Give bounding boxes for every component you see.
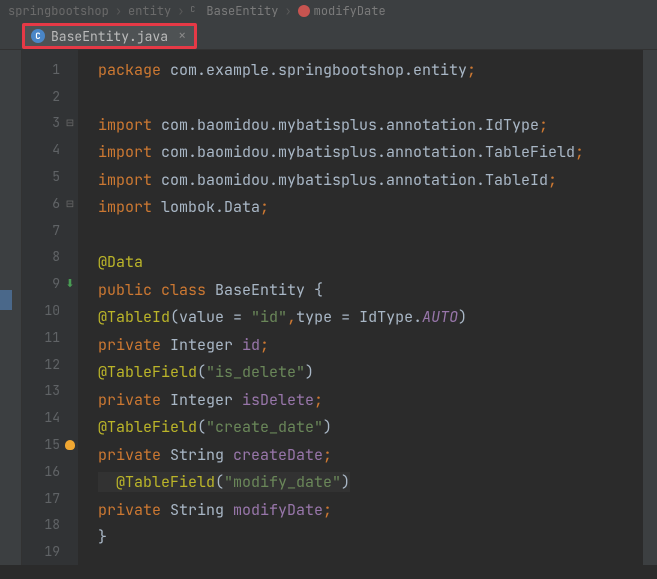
code-line: private String createDate; [98, 441, 643, 469]
editor-tab[interactable]: C BaseEntity.java × [22, 23, 197, 49]
scrollbar[interactable] [643, 50, 657, 565]
fold-icon[interactable]: ⊟ [63, 116, 77, 129]
code-line: @TableField("modify_date") [98, 469, 643, 497]
code-line: @TableField("create_date") [98, 414, 643, 442]
breadcrumb-label: modifyDate [314, 3, 386, 19]
line-number: 18 [44, 516, 60, 533]
code-line: private String modifyDate; [98, 496, 643, 524]
code-line: public class BaseEntity { [98, 276, 643, 304]
line-number: 17 [44, 490, 60, 507]
line-number: 19 [44, 543, 60, 560]
line-number: 4 [52, 141, 60, 158]
tab-label: BaseEntity.java [51, 28, 168, 45]
breadcrumb-item[interactable]: modifyDate [298, 3, 386, 19]
change-marker [0, 290, 12, 310]
bulb-icon[interactable] [63, 440, 77, 450]
line-number: 3 [52, 114, 60, 131]
chevron-right-icon: › [115, 3, 122, 19]
line-number: 2 [52, 88, 60, 105]
breadcrumb-item[interactable]: C BaseEntity [190, 3, 278, 19]
line-number: 10 [44, 302, 60, 319]
tab-bar: C BaseEntity.java × [0, 22, 657, 50]
code-line: import com.baomidou.mybatisplus.annotati… [98, 111, 643, 139]
line-gutter[interactable]: 1 2 3⊟ 4 5 6⊟ 7 8 9⬇ 10 11 12 13 14 15 1… [22, 50, 78, 565]
line-number: 5 [52, 168, 60, 185]
breadcrumb-item[interactable]: entity [128, 3, 171, 19]
line-number: 16 [44, 463, 60, 480]
editor: 1 2 3⊟ 4 5 6⊟ 7 8 9⬇ 10 11 12 13 14 15 1… [0, 50, 657, 565]
code-line: @TableField("is_delete") [98, 359, 643, 387]
code-line: private Integer id; [98, 331, 643, 359]
code-area[interactable]: package com.example.springbootshop.entit… [78, 50, 643, 565]
line-number: 14 [44, 409, 60, 426]
line-number: 1 [52, 61, 60, 78]
chevron-right-icon: › [284, 3, 291, 19]
code-line: @Data [98, 249, 643, 277]
code-line [98, 84, 643, 112]
left-gutter [0, 50, 22, 565]
code-line: import com.baomidou.mybatisplus.annotati… [98, 139, 643, 167]
breadcrumb-item[interactable]: springbootshop [8, 3, 109, 19]
code-line: import lombok.Data; [98, 194, 643, 222]
code-line: } [98, 524, 643, 552]
code-line: import com.baomidou.mybatisplus.annotati… [98, 166, 643, 194]
code-line: package com.example.springbootshop.entit… [98, 56, 643, 84]
close-icon[interactable]: × [178, 27, 186, 45]
breadcrumb: springbootshop › entity › C BaseEntity ›… [0, 0, 657, 22]
line-number: 8 [52, 248, 60, 265]
line-number: 12 [44, 356, 60, 373]
line-number: 13 [44, 382, 60, 399]
line-number: 15 [44, 436, 60, 453]
fold-icon[interactable]: ⊟ [63, 197, 77, 210]
line-number: 7 [52, 222, 60, 239]
code-line: @TableId(value = "id",type = IdType.AUTO… [98, 304, 643, 332]
implements-icon[interactable]: ⬇ [63, 277, 77, 291]
line-number: 6 [52, 195, 60, 212]
breadcrumb-label: BaseEntity [206, 3, 278, 19]
class-icon: C [31, 29, 45, 43]
code-line: private Integer isDelete; [98, 386, 643, 414]
line-number: 9 [52, 275, 60, 292]
class-icon: C [190, 5, 202, 17]
chevron-right-icon: › [177, 3, 184, 19]
line-number: 11 [44, 329, 60, 346]
field-icon [298, 5, 310, 17]
code-line [98, 221, 643, 249]
